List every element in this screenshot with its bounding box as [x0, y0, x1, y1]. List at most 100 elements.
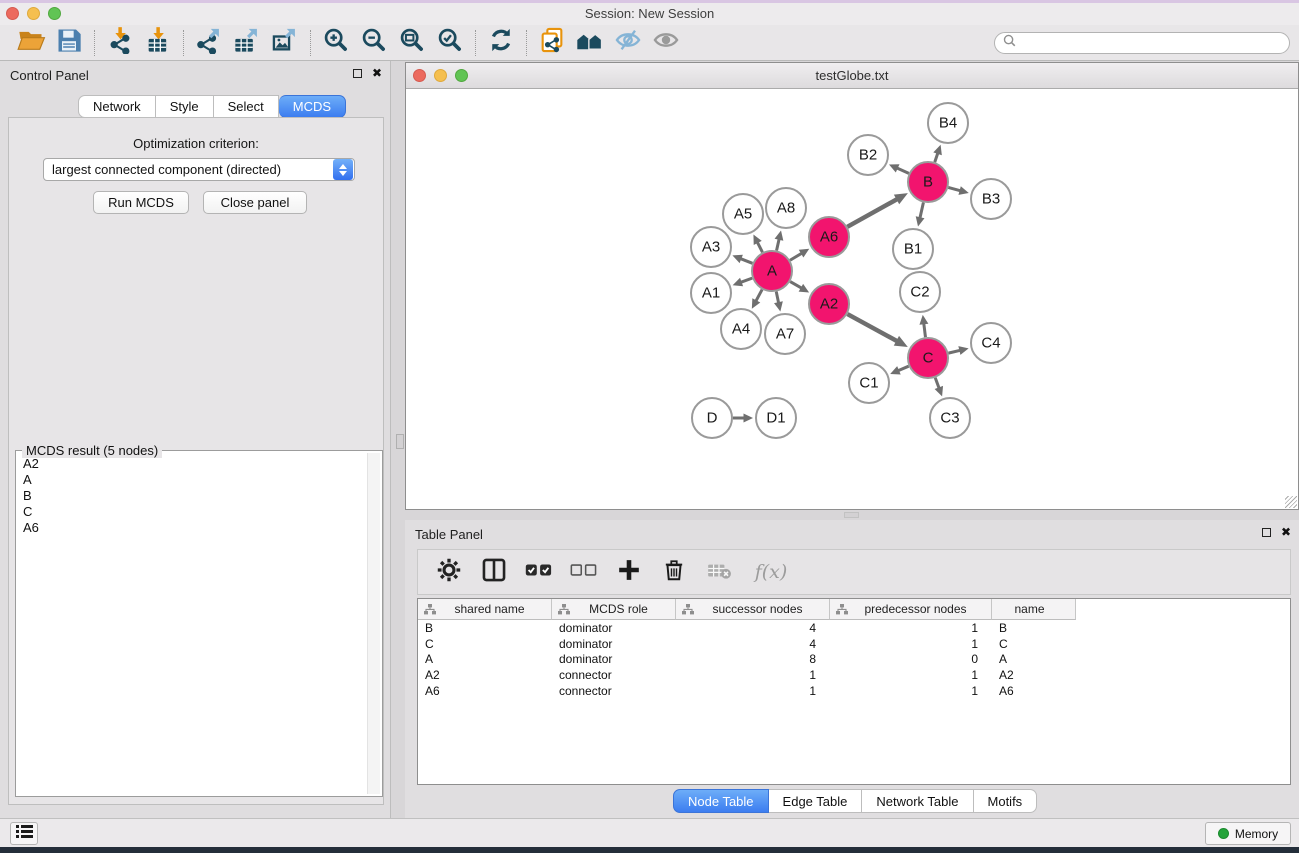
cell-MCDS-role[interactable]: connector	[552, 668, 676, 682]
zoom-out-button[interactable]	[355, 27, 393, 59]
save-session-button[interactable]	[50, 27, 88, 59]
task-history-button[interactable]	[10, 822, 38, 845]
tab-motifs[interactable]: Motifs	[974, 789, 1038, 813]
network-window-titlebar[interactable]: testGlobe.txt	[406, 63, 1298, 89]
float-panel-icon[interactable]	[353, 69, 362, 78]
toggle-columns-button[interactable]	[479, 555, 509, 589]
network-minimize-button[interactable]	[434, 69, 447, 82]
criterion-select[interactable]: largest connected component (directed)	[43, 158, 355, 181]
table-settings-button[interactable]	[434, 555, 464, 589]
graph-node-D[interactable]: D	[692, 398, 732, 438]
cell-predecessor-nodes[interactable]: 1	[830, 621, 992, 635]
tab-node-table[interactable]: Node Table	[673, 789, 769, 813]
graph-node-B2[interactable]: B2	[848, 135, 888, 175]
show-all-button[interactable]	[647, 27, 685, 59]
cell-MCDS-role[interactable]: connector	[552, 684, 676, 698]
first-neighbors-button[interactable]	[571, 27, 609, 59]
column-header-predecessor-nodes[interactable]: predecessor nodes	[830, 599, 992, 620]
column-header-successor-nodes[interactable]: successor nodes	[676, 599, 830, 620]
export-image-button[interactable]	[266, 27, 304, 59]
graph-node-A1[interactable]: A1	[691, 273, 731, 313]
export-table-button[interactable]	[228, 27, 266, 59]
table-row[interactable]: A6connector11A6	[418, 683, 1290, 699]
copy-network-button[interactable]	[533, 27, 571, 59]
export-network-button[interactable]	[190, 27, 228, 59]
graph-node-C3[interactable]: C3	[930, 398, 970, 438]
column-header-name[interactable]: name	[992, 599, 1076, 620]
graph-node-C4[interactable]: C4	[971, 323, 1011, 363]
graph-node-C[interactable]: C	[908, 338, 948, 378]
graph-node-A[interactable]: A	[752, 251, 792, 291]
tab-network[interactable]: Network	[78, 95, 156, 118]
cell-predecessor-nodes[interactable]: 1	[830, 684, 992, 698]
delete-table-button[interactable]	[704, 555, 734, 589]
run-mcds-button[interactable]: Run MCDS	[93, 191, 189, 214]
result-item[interactable]: B	[18, 487, 364, 503]
cell-predecessor-nodes[interactable]: 1	[830, 668, 992, 682]
cell-MCDS-role[interactable]: dominator	[552, 637, 676, 651]
graph-node-A4[interactable]: A4	[721, 309, 761, 349]
cell-name[interactable]: B	[992, 621, 1076, 635]
hide-selected-button[interactable]	[609, 27, 647, 59]
cell-name[interactable]: A	[992, 652, 1076, 666]
cell-successor-nodes[interactable]: 8	[676, 652, 830, 666]
cell-successor-nodes[interactable]: 1	[676, 668, 830, 682]
graph-node-B[interactable]: B	[908, 162, 948, 202]
graph-node-A7[interactable]: A7	[765, 314, 805, 354]
tab-mcds[interactable]: MCDS	[279, 95, 346, 118]
cell-MCDS-role[interactable]: dominator	[552, 652, 676, 666]
refresh-layout-button[interactable]	[482, 27, 520, 59]
vertical-splitter-handle[interactable]	[396, 434, 404, 449]
window-resize-grip[interactable]	[1285, 496, 1297, 508]
search-input[interactable]	[1021, 36, 1281, 50]
close-table-panel-icon[interactable]: ✖	[1281, 527, 1291, 538]
tab-network-table[interactable]: Network Table	[862, 789, 973, 813]
tab-edge-table[interactable]: Edge Table	[769, 789, 863, 813]
graph-node-B3[interactable]: B3	[971, 179, 1011, 219]
zoom-in-button[interactable]	[317, 27, 355, 59]
graph-node-C2[interactable]: C2	[900, 272, 940, 312]
cell-successor-nodes[interactable]: 4	[676, 621, 830, 635]
cell-shared-name[interactable]: A2	[418, 668, 552, 682]
float-table-panel-icon[interactable]	[1262, 528, 1271, 537]
graph-node-A8[interactable]: A8	[766, 188, 806, 228]
deselect-all-columns-button[interactable]	[569, 555, 599, 589]
import-network-button[interactable]	[101, 27, 139, 59]
delete-column-button[interactable]	[659, 555, 689, 589]
network-close-button[interactable]	[413, 69, 426, 82]
minimize-window-button[interactable]	[27, 7, 40, 20]
memory-button[interactable]: Memory	[1205, 822, 1291, 845]
close-window-button[interactable]	[6, 7, 19, 20]
close-panel-button[interactable]: Close panel	[203, 191, 307, 214]
column-header-shared-name[interactable]: shared name	[418, 599, 552, 620]
function-builder-button[interactable]: f(x)	[749, 555, 793, 589]
graph-node-B1[interactable]: B1	[893, 229, 933, 269]
cell-predecessor-nodes[interactable]: 0	[830, 652, 992, 666]
close-panel-icon[interactable]: ✖	[372, 68, 382, 79]
import-table-button[interactable]	[139, 27, 177, 59]
cell-shared-name[interactable]: A6	[418, 684, 552, 698]
result-item[interactable]: A2	[18, 455, 364, 471]
open-session-button[interactable]	[12, 27, 50, 59]
cell-successor-nodes[interactable]: 1	[676, 684, 830, 698]
network-canvas[interactable]: B4B2BB3A5A8A6B1A3AC2A1A2A4A7CC4C1C3DD1	[406, 89, 1298, 509]
cell-name[interactable]: A6	[992, 684, 1076, 698]
graph-node-A2[interactable]: A2	[809, 284, 849, 324]
graph-node-A5[interactable]: A5	[723, 194, 763, 234]
result-item[interactable]: A	[18, 471, 364, 487]
cell-successor-nodes[interactable]: 4	[676, 637, 830, 651]
cell-name[interactable]: A2	[992, 668, 1076, 682]
select-all-columns-button[interactable]	[524, 555, 554, 589]
add-column-button[interactable]	[614, 555, 644, 589]
cell-shared-name[interactable]: B	[418, 621, 552, 635]
cell-MCDS-role[interactable]: dominator	[552, 621, 676, 635]
tab-style[interactable]: Style	[156, 95, 214, 118]
tab-select[interactable]: Select	[214, 95, 279, 118]
horizontal-splitter-handle[interactable]	[844, 512, 859, 518]
graph-node-B4[interactable]: B4	[928, 103, 968, 143]
graph-node-A6[interactable]: A6	[809, 217, 849, 257]
zoom-fit-button[interactable]	[393, 27, 431, 59]
cell-shared-name[interactable]: C	[418, 637, 552, 651]
zoom-selected-button[interactable]	[431, 27, 469, 59]
network-zoom-button[interactable]	[455, 69, 468, 82]
